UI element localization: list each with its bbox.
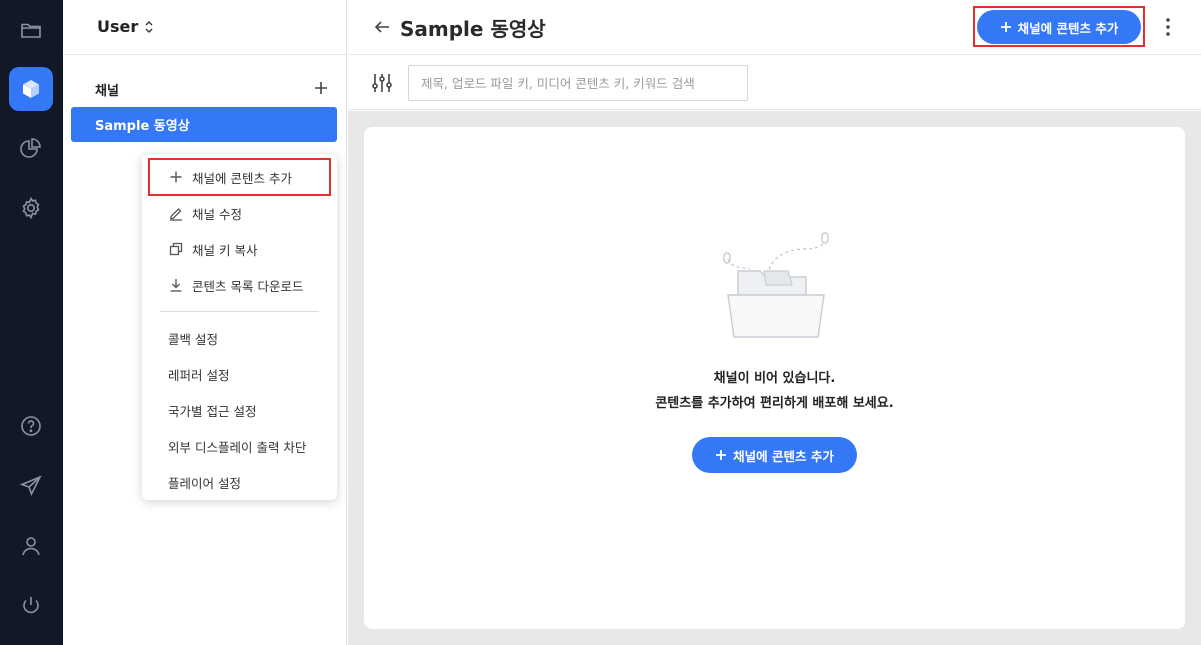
- user-switcher[interactable]: User: [97, 17, 154, 36]
- highlight-box-menu: [148, 158, 331, 196]
- more-options-icon[interactable]: [1158, 15, 1178, 39]
- send-icon[interactable]: [9, 464, 53, 508]
- user-label: User: [97, 17, 139, 36]
- chevron-updown-icon: [145, 20, 153, 33]
- channel-item-sample[interactable]: Sample 동영상: [71, 107, 337, 142]
- empty-state-card: 채널이 비어 있습니다. 콘텐츠를 추가하여 편리하게 배포해 보세요. 채널에…: [364, 127, 1185, 629]
- menu-item-referer-settings[interactable]: 레퍼러 설정: [142, 357, 337, 391]
- search-input[interactable]: [408, 65, 748, 101]
- help-icon[interactable]: [9, 404, 53, 448]
- menu-item-download-list[interactable]: 콘텐츠 목록 다운로드: [142, 268, 337, 302]
- add-channel-plus-icon[interactable]: [311, 78, 331, 98]
- menu-item-copy-channel-key[interactable]: 채널 키 복사: [142, 232, 337, 266]
- empty-state-title: 채널이 비어 있습니다.: [713, 371, 836, 386]
- sidebar-divider: [63, 54, 347, 55]
- menu-item-callback-settings[interactable]: 콜백 설정: [142, 321, 337, 355]
- menu-item-block-external-display[interactable]: 외부 디스플레이 출력 차단: [142, 429, 337, 463]
- menu-item-label: 채널 키 복사: [192, 242, 258, 258]
- back-arrow-icon[interactable]: [373, 19, 391, 35]
- power-icon[interactable]: [9, 584, 53, 628]
- gear-icon[interactable]: [9, 186, 53, 230]
- empty-state-subtitle: 콘텐츠를 추가하여 편리하게 배포해 보세요.: [655, 396, 894, 411]
- cube-icon[interactable]: [9, 67, 53, 111]
- menu-item-label: 플레이어 설정: [168, 475, 241, 491]
- menu-item-edit-channel[interactable]: 채널 수정: [142, 196, 337, 230]
- content-toolbar: [348, 55, 1201, 110]
- pie-chart-icon[interactable]: [9, 127, 53, 171]
- icon-rail: [0, 0, 63, 645]
- edit-icon: [170, 208, 182, 221]
- page-title: Sample 동영상: [400, 17, 546, 41]
- folder-icon[interactable]: [9, 8, 53, 52]
- menu-item-country-access-settings[interactable]: 국가별 접근 설정: [142, 393, 337, 427]
- channels-heading: 채널: [95, 84, 119, 99]
- channel-context-menu: 채널에 콘텐츠 추가 채널 수정 채널 키 복사 콘텐츠 목록 다운로드 콜백 …: [142, 154, 337, 500]
- menu-item-player-settings[interactable]: 플레이어 설정: [142, 465, 337, 499]
- empty-state-add-content-button[interactable]: 채널에 콘텐츠 추가: [692, 437, 857, 473]
- menu-separator: [160, 311, 319, 312]
- button-label: 채널에 콘텐츠 추가: [733, 448, 834, 464]
- filter-sliders-icon[interactable]: [370, 71, 394, 95]
- empty-folder-illustration: [723, 232, 829, 338]
- menu-item-label: 채널 수정: [192, 206, 242, 222]
- menu-item-label: 외부 디스플레이 출력 차단: [168, 439, 307, 455]
- channel-item-label: Sample 동영상: [95, 119, 190, 134]
- copy-icon: [169, 242, 183, 256]
- highlight-box-header: [973, 6, 1145, 47]
- menu-item-label: 국가별 접근 설정: [168, 403, 257, 419]
- menu-item-label: 콘텐츠 목록 다운로드: [192, 278, 304, 294]
- plus-icon: [716, 450, 727, 460]
- menu-item-label: 콜백 설정: [168, 331, 218, 347]
- download-icon: [170, 279, 182, 292]
- menu-item-label: 레퍼러 설정: [168, 367, 230, 383]
- user-icon[interactable]: [9, 524, 53, 568]
